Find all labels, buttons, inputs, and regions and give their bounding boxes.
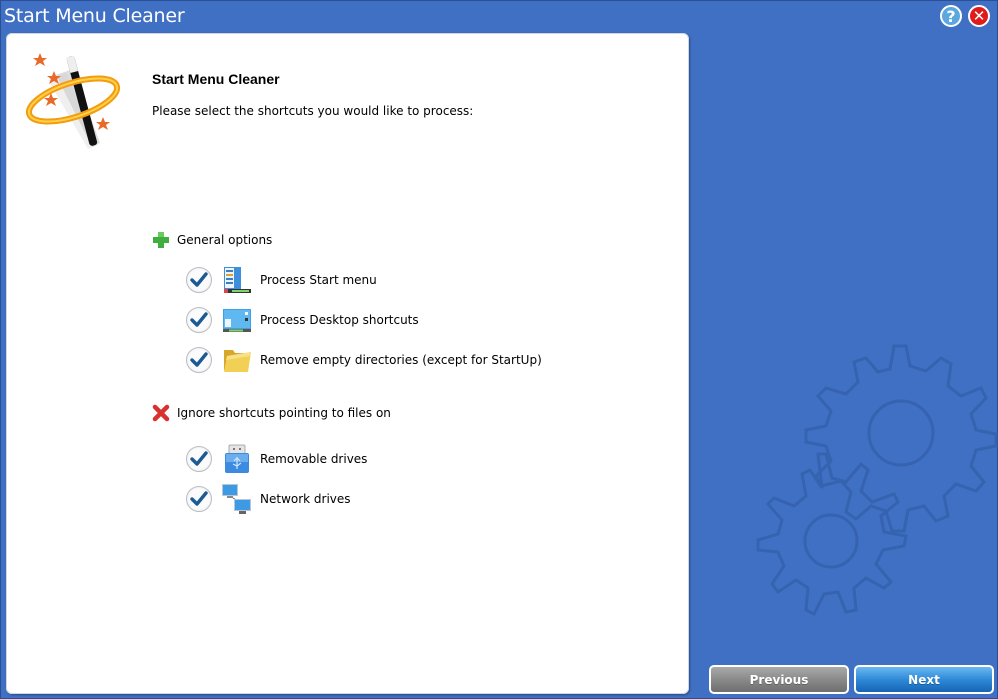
option-label: Process Desktop shortcuts [260,313,419,327]
checkbox-process-start-menu[interactable] [186,267,212,293]
option-network-drives[interactable]: Network drives [186,483,351,515]
close-button[interactable]: ✕ [968,5,990,27]
option-label: Process Start menu [260,273,377,287]
previous-button[interactable]: Previous [709,665,849,694]
checkmark-icon [190,272,208,287]
plus-icon [153,232,169,248]
section-ignore-shortcuts[interactable]: Ignore shortcuts pointing to files on [152,404,391,422]
close-icon: ✕ [972,7,986,25]
app-window: Start Menu Cleaner ? ✕ Start Menu Cleane… [0,0,998,699]
desktop-icon [223,309,251,332]
checkmark-icon [190,352,208,367]
checkmark-icon [190,312,208,327]
option-label: Remove empty directories (except for Sta… [260,353,542,367]
option-process-start-menu[interactable]: Process Start menu [186,264,377,296]
network-drive-icon [222,484,251,514]
window-title: Start Menu Cleaner [4,5,185,27]
checkbox-removable-drives[interactable] [186,446,212,472]
page-heading: Start Menu Cleaner [152,71,280,87]
content-panel: Start Menu Cleaner Please select the sho… [6,33,689,694]
option-label: Removable drives [260,452,368,466]
checkbox-process-desktop-shortcuts[interactable] [186,307,212,333]
page-instructions: Please select the shortcuts you would li… [152,104,474,118]
folder-icon [224,350,251,372]
checkbox-remove-empty-directories[interactable] [186,347,212,373]
checkmark-icon [190,451,208,466]
gears-decoration-icon [756,344,998,617]
checkmark-icon [190,491,208,506]
next-button[interactable]: Next [854,665,994,694]
magic-wand-logo-icon [25,53,121,149]
option-remove-empty-directories[interactable]: Remove empty directories (except for Sta… [186,344,542,376]
option-label: Network drives [260,492,351,506]
start-menu-icon [224,267,251,293]
option-process-desktop-shortcuts[interactable]: Process Desktop shortcuts [186,304,419,336]
option-removable-drives[interactable]: Removable drives [186,443,367,475]
help-icon: ? [946,6,956,26]
section-label: Ignore shortcuts pointing to files on [177,406,391,420]
section-general-options[interactable]: General options [152,231,272,249]
section-label: General options [177,233,273,247]
help-button[interactable]: ? [940,5,962,27]
cross-icon [152,404,170,422]
usb-drive-icon [225,444,249,473]
checkbox-network-drives[interactable] [186,486,212,512]
